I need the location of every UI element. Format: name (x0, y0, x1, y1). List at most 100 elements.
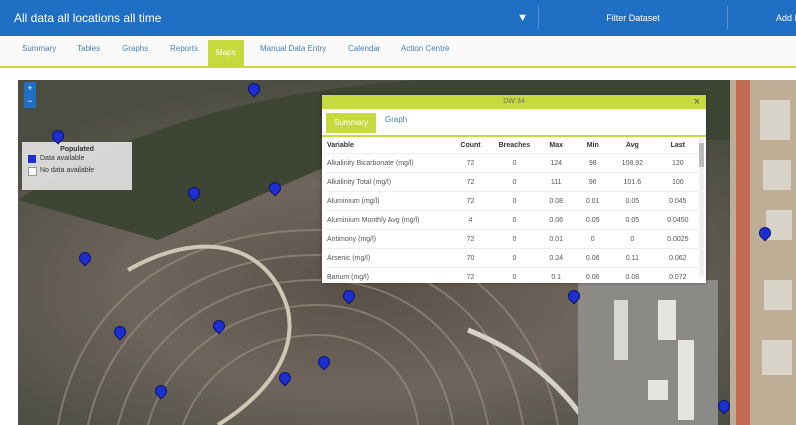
col-avg[interactable]: Avg (611, 137, 654, 154)
cell-variable: Alkalinity Bicarbonate (mg/l) (326, 153, 451, 173)
cell-avg: 0.05 (611, 210, 654, 230)
legend-swatch (28, 155, 36, 163)
tab-graphs[interactable]: Graphs (122, 44, 148, 53)
cell-avg: 108.92 (611, 153, 654, 173)
cell-max: 111 (537, 172, 575, 192)
cell-count: 4 (450, 210, 491, 230)
cell-breaches: 0 (490, 153, 538, 173)
dataset-selector[interactable]: All data all locations all time ▼ (8, 0, 538, 36)
legend-swatch (28, 167, 37, 176)
cell-last: 0.0450 (653, 210, 702, 230)
cell-avg: 0.05 (611, 191, 654, 211)
table-row[interactable]: Antimony (mg/l) 72 0 0.01 0 0 0.0025 (326, 229, 702, 249)
table-row[interactable]: Aluminium Monthly Avg (mg/l) 4 0 0.06 0.… (326, 210, 702, 230)
cell-last: 100 (653, 172, 702, 192)
legend-label: Data available (40, 155, 85, 162)
location-popup: DW 34 × Summary Graph Variable Count Bre… (322, 95, 706, 286)
cell-breaches: 0 (490, 191, 538, 211)
cell-avg: 101.6 (611, 172, 654, 192)
table-row[interactable]: Alkalinity Bicarbonate (mg/l) 72 0 124 9… (326, 153, 702, 173)
cell-max: 0.08 (537, 191, 575, 211)
cell-max: 124 (537, 153, 575, 173)
close-icon[interactable]: × (694, 95, 700, 109)
tab-tables[interactable]: Tables (77, 44, 100, 53)
popup-tab-graph[interactable]: Graph (385, 115, 407, 124)
zoom-in-button[interactable]: + (24, 82, 36, 95)
cell-min: 0.05 (574, 210, 612, 230)
cell-count: 72 (450, 172, 491, 192)
tab-action-centre[interactable]: Action Centre (401, 44, 449, 53)
cell-min: 0 (574, 229, 612, 249)
tab-maps[interactable]: Maps (208, 40, 244, 66)
col-last[interactable]: Last (654, 137, 702, 154)
cell-breaches: 0 (490, 172, 538, 192)
cell-count: 72 (450, 191, 491, 211)
cell-max: 0.06 (537, 210, 575, 230)
cell-breaches: 0 (490, 248, 538, 268)
cell-last: 0.062 (653, 248, 702, 268)
cell-min: 0.06 (574, 267, 612, 286)
cell-count: 72 (450, 267, 491, 286)
popup-title: DW 34 (503, 98, 525, 105)
cell-last: 0.045 (653, 191, 702, 211)
table-row[interactable]: Barium (mg/l) 72 0 0.1 0.06 0.08 0.072 (326, 267, 702, 286)
tab-calendar[interactable]: Calendar (348, 44, 380, 53)
table-row[interactable]: Aluminium (mg/l) 72 0 0.08 0.01 0.05 0.0… (326, 191, 702, 211)
col-variable[interactable]: Variable (326, 137, 450, 154)
cell-variable: Arsenic (mg/l) (326, 248, 451, 268)
zoom-control: + − (24, 82, 36, 108)
main-tabs: Summary Tables Graphs Reports Maps Manua… (0, 36, 796, 68)
tab-summary[interactable]: Summary (22, 44, 56, 53)
legend-title: Populated (60, 146, 94, 153)
tab-manual-data-entry[interactable]: Manual Data Entry (260, 44, 326, 53)
tab-reports[interactable]: Reports (170, 44, 198, 53)
cell-avg: 0 (611, 229, 654, 249)
legend-label: No data available (40, 167, 95, 174)
scrollbar-thumb[interactable] (699, 143, 704, 167)
col-count[interactable]: Count (450, 137, 491, 154)
col-breaches[interactable]: Breaches (491, 137, 538, 154)
cell-min: 96 (574, 172, 612, 192)
cell-count: 70 (450, 248, 491, 268)
cell-min: 0.01 (574, 191, 612, 211)
summary-table: Variable Count Breaches Max Min Avg Last… (326, 137, 702, 286)
cell-count: 72 (450, 153, 491, 173)
cell-max: 0.01 (537, 229, 575, 249)
cell-breaches: 0 (490, 210, 538, 230)
cell-max: 0.1 (537, 267, 575, 286)
chevron-down-icon: ▼ (517, 12, 528, 24)
col-max[interactable]: Max (538, 137, 575, 154)
table-header-row: Variable Count Breaches Max Min Avg Last (326, 137, 702, 154)
cell-min: 0.06 (574, 248, 612, 268)
cell-count: 72 (450, 229, 491, 249)
cell-variable: Alkalinity Total (mg/l) (326, 172, 451, 192)
dataset-label: All data all locations all time (14, 11, 162, 25)
legend-item: No data available (28, 165, 132, 177)
add-button[interactable]: Add D (728, 0, 796, 36)
zoom-out-button[interactable]: − (24, 95, 36, 108)
table-row[interactable]: Alkalinity Total (mg/l) 72 0 111 96 101.… (326, 172, 702, 192)
cell-last: 0.0025 (653, 229, 702, 249)
map-legend: Populated Data available No data availab… (22, 142, 132, 190)
cell-variable: Aluminium (mg/l) (326, 191, 451, 211)
popup-tabs: Summary Graph (322, 109, 706, 137)
cell-avg: 0.11 (611, 248, 654, 268)
cell-min: 98 (574, 153, 612, 173)
cell-max: 0.24 (537, 248, 575, 268)
table-row[interactable]: Arsenic (mg/l) 70 0 0.24 0.06 0.11 0.062 (326, 248, 702, 268)
divider (538, 6, 539, 30)
cell-variable: Aluminium Monthly Avg (mg/l) (326, 210, 451, 230)
filter-dataset-button[interactable]: Filter Dataset (540, 0, 726, 36)
cell-breaches: 0 (490, 267, 538, 286)
popup-tab-summary[interactable]: Summary (326, 113, 377, 133)
cell-last: 120 (653, 153, 702, 173)
cell-avg: 0.08 (611, 267, 654, 286)
cell-last: 0.072 (653, 267, 702, 286)
popup-header: DW 34 × (322, 95, 706, 109)
cell-variable: Antimony (mg/l) (326, 229, 451, 249)
col-min[interactable]: Min (574, 137, 611, 154)
top-bar: All data all locations all time ▼ Filter… (0, 0, 796, 36)
cell-breaches: 0 (490, 229, 538, 249)
popup-scrollbar[interactable] (699, 137, 704, 277)
cell-variable: Barium (mg/l) (326, 267, 451, 286)
